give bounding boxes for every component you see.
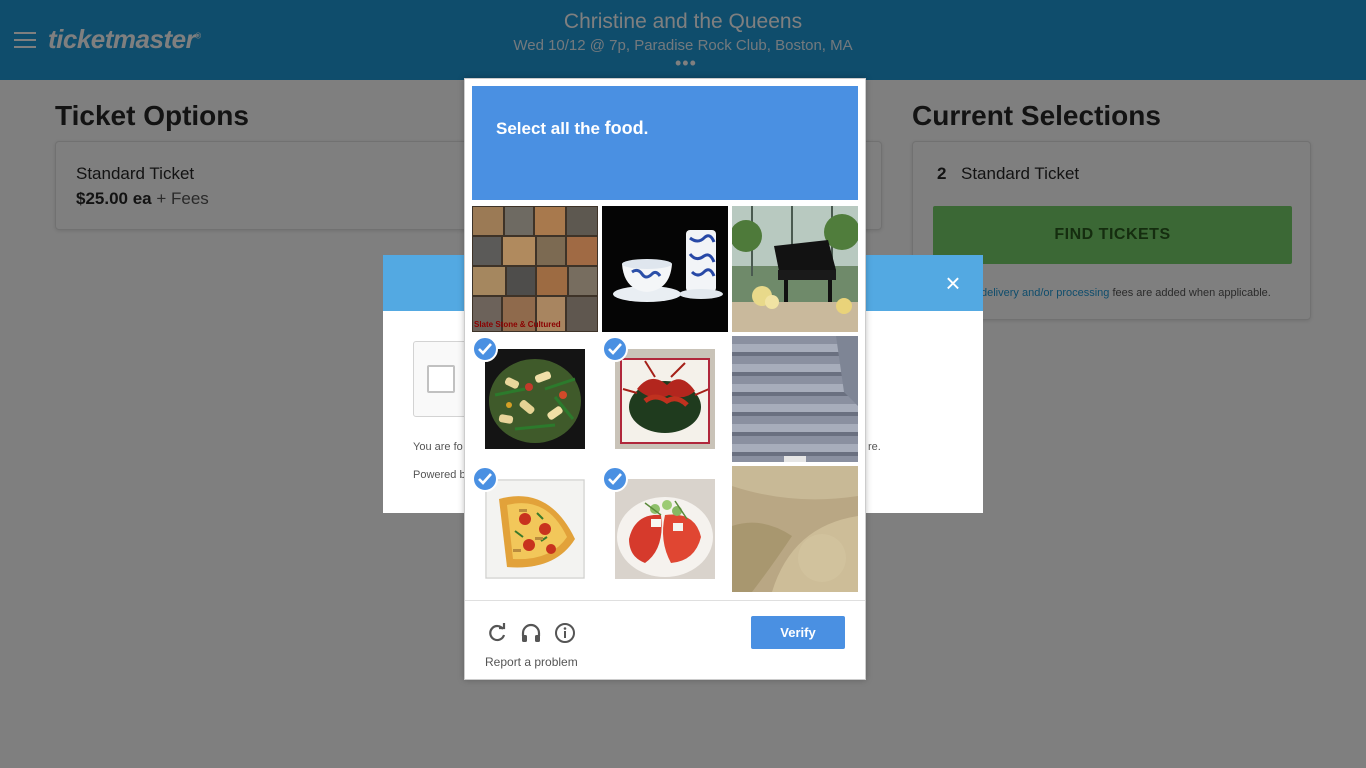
tile-image-stairs — [732, 336, 858, 462]
captcha-tile-stairs[interactable] — [732, 336, 858, 462]
tile-image-stirfry — [485, 349, 585, 449]
captcha-tile-piano[interactable] — [732, 206, 858, 332]
modal-notice-text: You are fo — [413, 441, 463, 453]
verify-button[interactable]: Verify — [751, 616, 845, 649]
reload-icon[interactable] — [485, 621, 509, 645]
recaptcha-checkbox[interactable] — [427, 365, 455, 393]
instruction-suffix: . — [643, 119, 649, 138]
captcha-tile-crawfish[interactable] — [602, 336, 728, 462]
tile-image-teacup — [602, 206, 728, 332]
report-problem-link[interactable]: Report a problem — [485, 655, 578, 669]
captcha-header: Select all the food. — [472, 86, 858, 200]
selected-check-icon — [602, 466, 628, 492]
captcha-footer-divider — [465, 600, 865, 601]
tile-image-floor — [732, 466, 858, 592]
tile-image-tomato-salad — [615, 479, 715, 579]
selected-check-icon — [472, 336, 498, 362]
captcha-tile-slate[interactable]: Slate Stone & Cultured — [472, 206, 598, 332]
tile-image-slate: Slate Stone & Cultured — [472, 206, 598, 332]
captcha-instruction: Select all the food. — [496, 118, 648, 139]
tile-caption-slate: Slate Stone & Cultured — [474, 320, 561, 329]
captcha-tile-teacup[interactable] — [602, 206, 728, 332]
selected-check-icon — [602, 336, 628, 362]
instruction-prefix: Select all the — [496, 119, 605, 138]
headphones-icon[interactable] — [519, 621, 543, 645]
tile-image-pizza — [485, 479, 585, 579]
captcha-tile-floor[interactable] — [732, 466, 858, 592]
captcha-tile-pizza[interactable] — [472, 466, 598, 592]
instruction-target: food — [604, 118, 644, 138]
captcha-tile-tomato-salad[interactable] — [602, 466, 728, 592]
captcha-challenge: Select all the food. Slate Stone & Cultu… — [464, 78, 866, 680]
close-icon[interactable]: × — [941, 270, 965, 296]
info-icon[interactable] — [553, 621, 577, 645]
tile-image-piano — [732, 206, 858, 332]
modal-notice-tail: re. — [868, 441, 881, 453]
selected-check-icon — [472, 466, 498, 492]
powered-by-text: Powered b — [413, 469, 466, 481]
captcha-tile-stirfry[interactable] — [472, 336, 598, 462]
tile-image-crawfish — [615, 349, 715, 449]
